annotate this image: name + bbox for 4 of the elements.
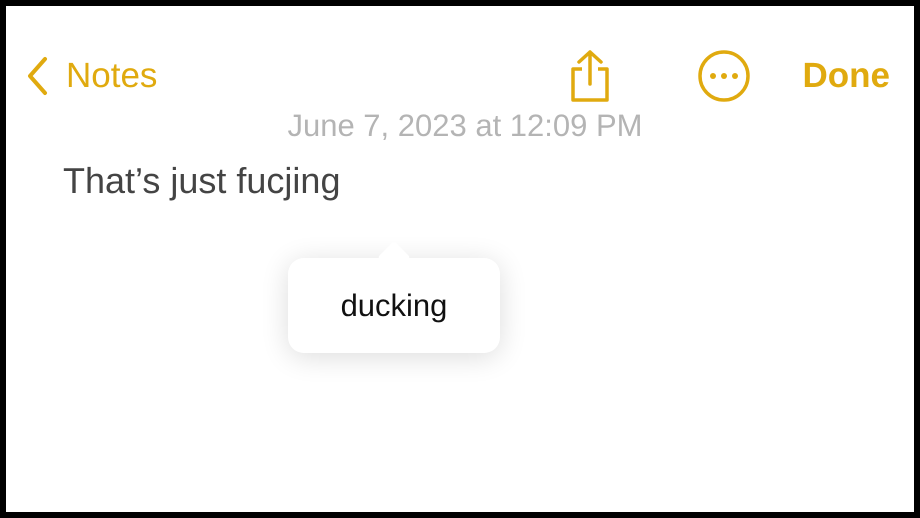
note-text[interactable]: That’s just fucjing	[63, 160, 914, 202]
chevron-left-icon	[26, 56, 48, 96]
note-date: June 7, 2023 at 12:09 PM	[287, 108, 643, 144]
more-icon[interactable]	[696, 49, 750, 103]
